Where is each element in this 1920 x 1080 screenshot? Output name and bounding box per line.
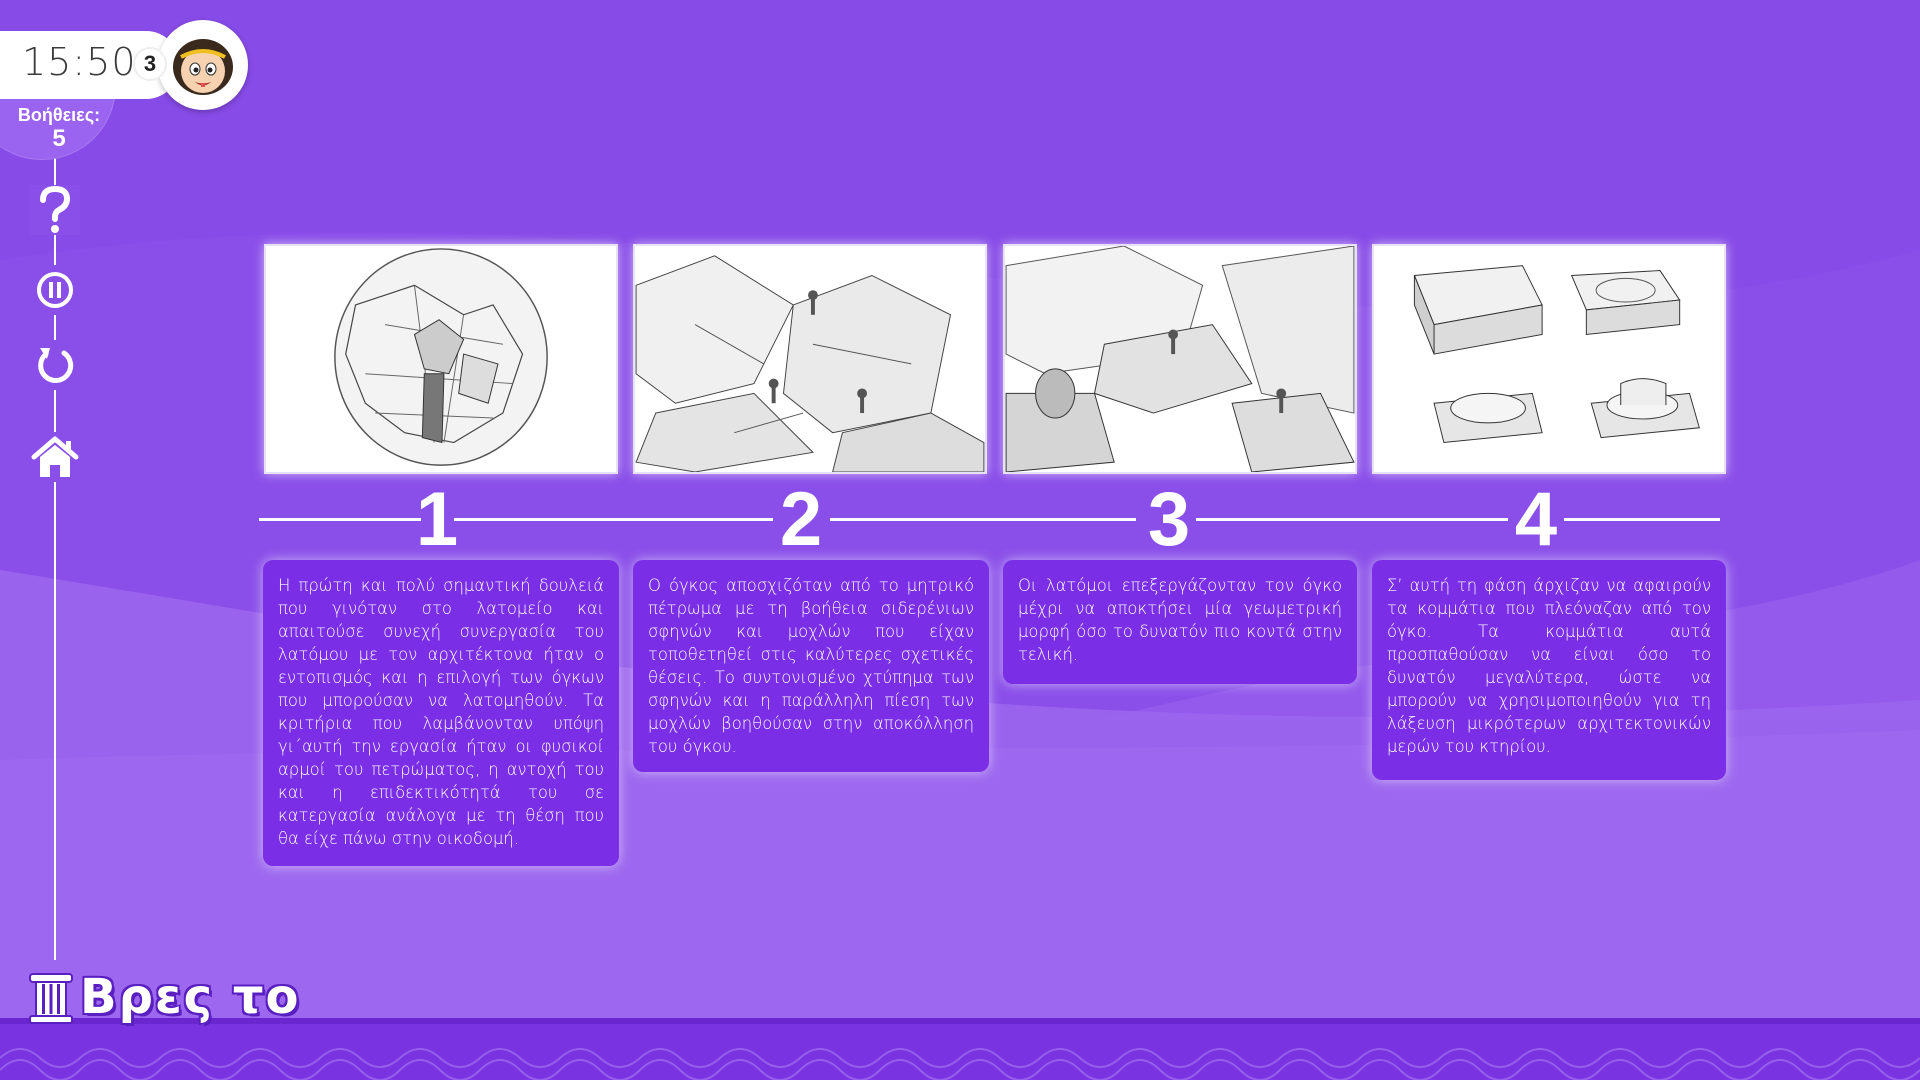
step-2-image [633, 244, 987, 474]
timeline-segment [1564, 518, 1720, 521]
footer-pattern [0, 1048, 1920, 1080]
background-waves [0, 0, 1920, 1080]
helps-label: Βοήθειες: [17, 105, 101, 125]
logo-text: Βρες το [80, 969, 301, 1025]
home-icon[interactable] [30, 432, 80, 482]
timer: 15:50 [22, 40, 137, 84]
column-icon [29, 973, 73, 1024]
timeline-segment [830, 518, 1136, 521]
timeline-segment [454, 518, 773, 521]
pause-icon[interactable] [30, 265, 80, 315]
timeline-segment [1196, 518, 1508, 521]
timeline-segment [259, 518, 421, 521]
step-1-description: Η πρώτη και πολύ σημαντική δουλειά που γ… [263, 560, 619, 866]
score-badge: 3 [133, 47, 167, 81]
step-2-number: 2 [779, 477, 823, 562]
step-2-description: Ο όγκος αποσχιζόταν από το μητρικό πέτρω… [633, 560, 989, 772]
girl-avatar-icon [158, 20, 248, 110]
step-3-number: 3 [1147, 477, 1191, 562]
restart-icon[interactable] [30, 340, 80, 390]
step-4-image [1372, 244, 1726, 474]
step-4-number: 4 [1514, 477, 1558, 562]
step-1-number: 1 [415, 477, 459, 562]
step-3-image [1003, 244, 1357, 474]
game-logo: Βρες το [28, 965, 300, 1029]
helps-counter: Βοήθειες: 5 [14, 104, 104, 152]
step-4-description: Σ’ αυτή τη φάση άρχιζαν να αφαιρούν τα κ… [1372, 560, 1726, 780]
helps-count: 5 [52, 125, 66, 152]
step-3-description: Οι λατόμοι επεξεργάζονταν τον όγκο μέχρι… [1003, 560, 1357, 684]
question-icon[interactable] [30, 185, 80, 235]
step-1-image [264, 244, 618, 474]
